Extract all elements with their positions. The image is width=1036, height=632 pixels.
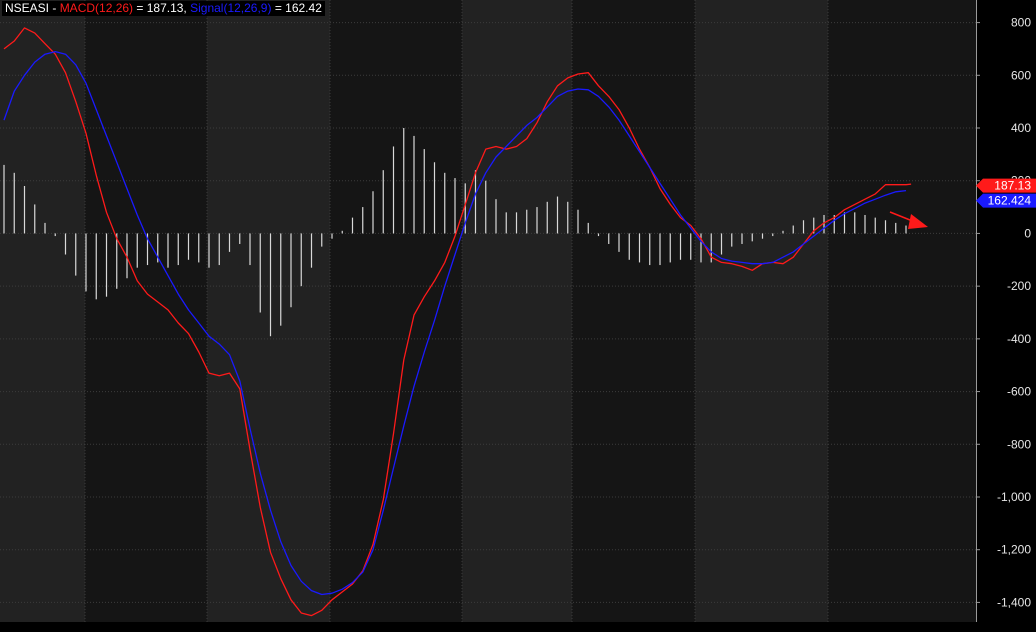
y-tick-label: 400 — [1011, 121, 1031, 135]
y-tick-label: -600 — [1007, 385, 1031, 399]
period-band — [695, 0, 828, 622]
macd-value-tag: 187.13 — [976, 178, 1036, 193]
period-band — [207, 0, 330, 622]
bottom-strip — [0, 622, 1036, 632]
signal-value-tag: 162.424 — [976, 193, 1036, 208]
period-band — [828, 0, 976, 622]
y-tick-label: -1,000 — [997, 490, 1031, 504]
chart-legend: NSEASI - MACD(12,26) = 187.13, Signal(12… — [2, 1, 325, 16]
y-axis: 8006004002000-200-400-600-800-1,000-1,20… — [976, 0, 1031, 622]
value-tag-label: 162.424 — [988, 194, 1032, 208]
legend-separator: - — [49, 1, 60, 15]
y-tick-label: -1,400 — [997, 595, 1031, 609]
period-band — [330, 0, 462, 622]
value-tag-label: 187.13 — [994, 179, 1031, 193]
y-tick-label: -1,200 — [997, 543, 1031, 557]
legend-macd-value: = 187.13, — [133, 1, 191, 15]
y-tick-label: 0 — [1024, 226, 1031, 240]
period-bands — [0, 0, 1036, 632]
period-band — [572, 0, 695, 622]
y-tick-label: 600 — [1011, 68, 1031, 82]
macd-chart: 8006004002000-200-400-600-800-1,000-1,20… — [0, 0, 1036, 632]
legend-signal-label: Signal(12,26,9) — [190, 1, 272, 15]
y-tick-label: -200 — [1007, 279, 1031, 293]
period-band — [462, 0, 572, 622]
legend-macd-label: MACD(12,26) — [59, 1, 134, 15]
legend-signal-value: = 162.42 — [271, 1, 322, 15]
legend-symbol: NSEASI — [5, 1, 50, 15]
y-tick-label: -800 — [1007, 437, 1031, 451]
y-tick-label: -400 — [1007, 332, 1031, 346]
y-tick-label: 800 — [1011, 16, 1031, 30]
last-value-tags: 187.13162.424 — [976, 178, 1036, 208]
